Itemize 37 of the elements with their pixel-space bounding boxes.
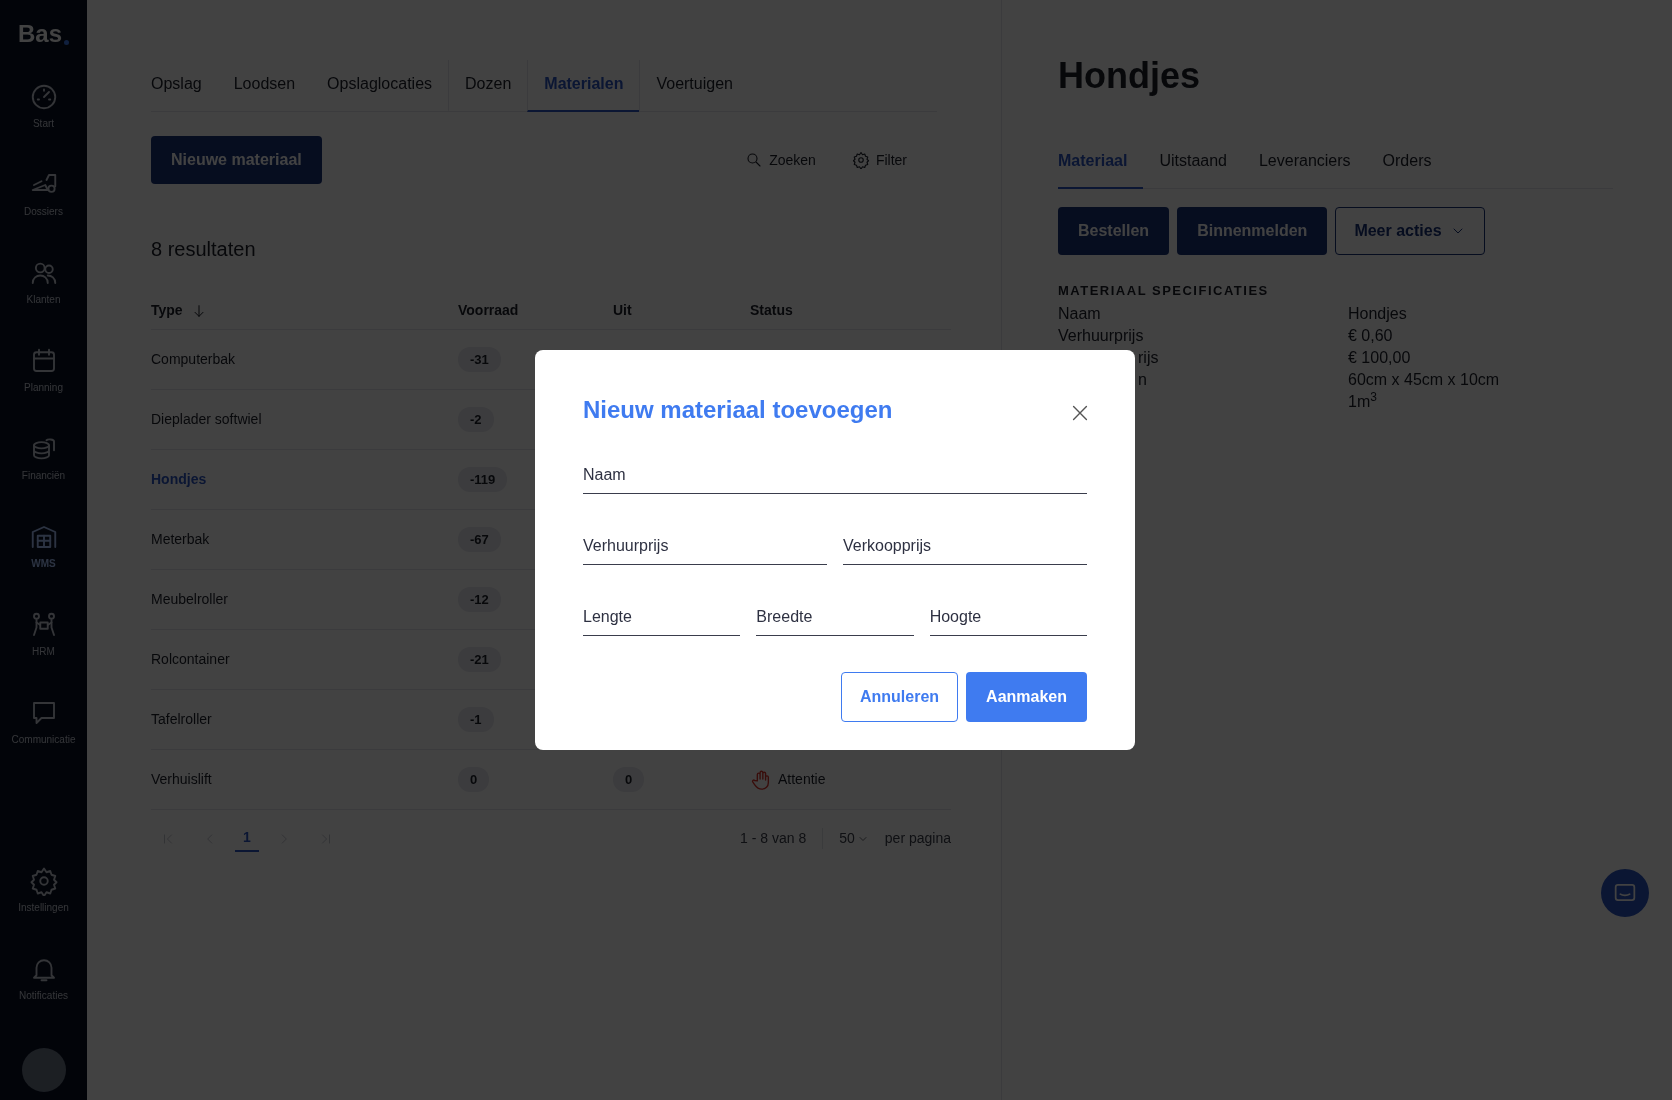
tab[interactable]: Leveranciers [1258,137,1367,190]
tab[interactable]: Opslag [151,60,218,112]
type-link[interactable]: Verhuislift [151,771,212,787]
spec-label: Naam [1058,304,1101,322]
spec-value: € 100,00 [1348,347,1412,368]
tab[interactable]: Voertuigen [639,60,749,112]
results-count: 8 resultaten [151,237,257,262]
spec-value: € 0,60 [1348,325,1394,346]
column-header: Uit [613,301,633,320]
spec-label: Verhuurprijs [1058,326,1144,344]
cancel-button[interactable]: Annuleren [840,672,959,722]
type-link[interactable]: Tafelroller [151,711,212,727]
logo-text: Bas [18,19,62,49]
column-header[interactable]: Type [151,300,183,321]
tab[interactable]: Opslaglocaties [311,60,449,112]
type-link[interactable]: Computerbak [151,351,236,367]
dialog-title: Nieuw materiaal toevoegen [583,396,893,425]
detail-title: Hondjes [1058,54,1201,98]
spec-value: 60cm x 45cm x 10cm [1348,369,1501,390]
type-link[interactable]: Meterbak [151,531,210,547]
section-heading: MATERIAAL SPECIFICATIES [1058,282,1270,301]
create-button[interactable]: Aanmaken [966,672,1087,722]
type-link[interactable]: Meubelroller [151,591,229,607]
column-header: Voorraad [458,301,520,320]
type-link[interactable]: Dieplader softwiel [151,411,262,427]
spec-label: rijs [1138,348,1159,366]
column-header: Status [750,301,794,320]
spec-value: 1m$^{3}$ [1348,390,1378,412]
type-link[interactable]: Rolcontainer [151,651,230,667]
tab[interactable]: Loodsen [217,60,312,112]
tab[interactable]: Uitstaand [1159,137,1243,190]
spec-value: Hondjes [1348,303,1408,324]
status-text: Attentie [778,770,826,789]
filter-button[interactable]: Filter [845,148,913,172]
tab[interactable]: Orders [1382,137,1448,190]
search-button[interactable]: Zoeken [739,148,822,172]
tab[interactable]: Dozen [448,60,528,112]
